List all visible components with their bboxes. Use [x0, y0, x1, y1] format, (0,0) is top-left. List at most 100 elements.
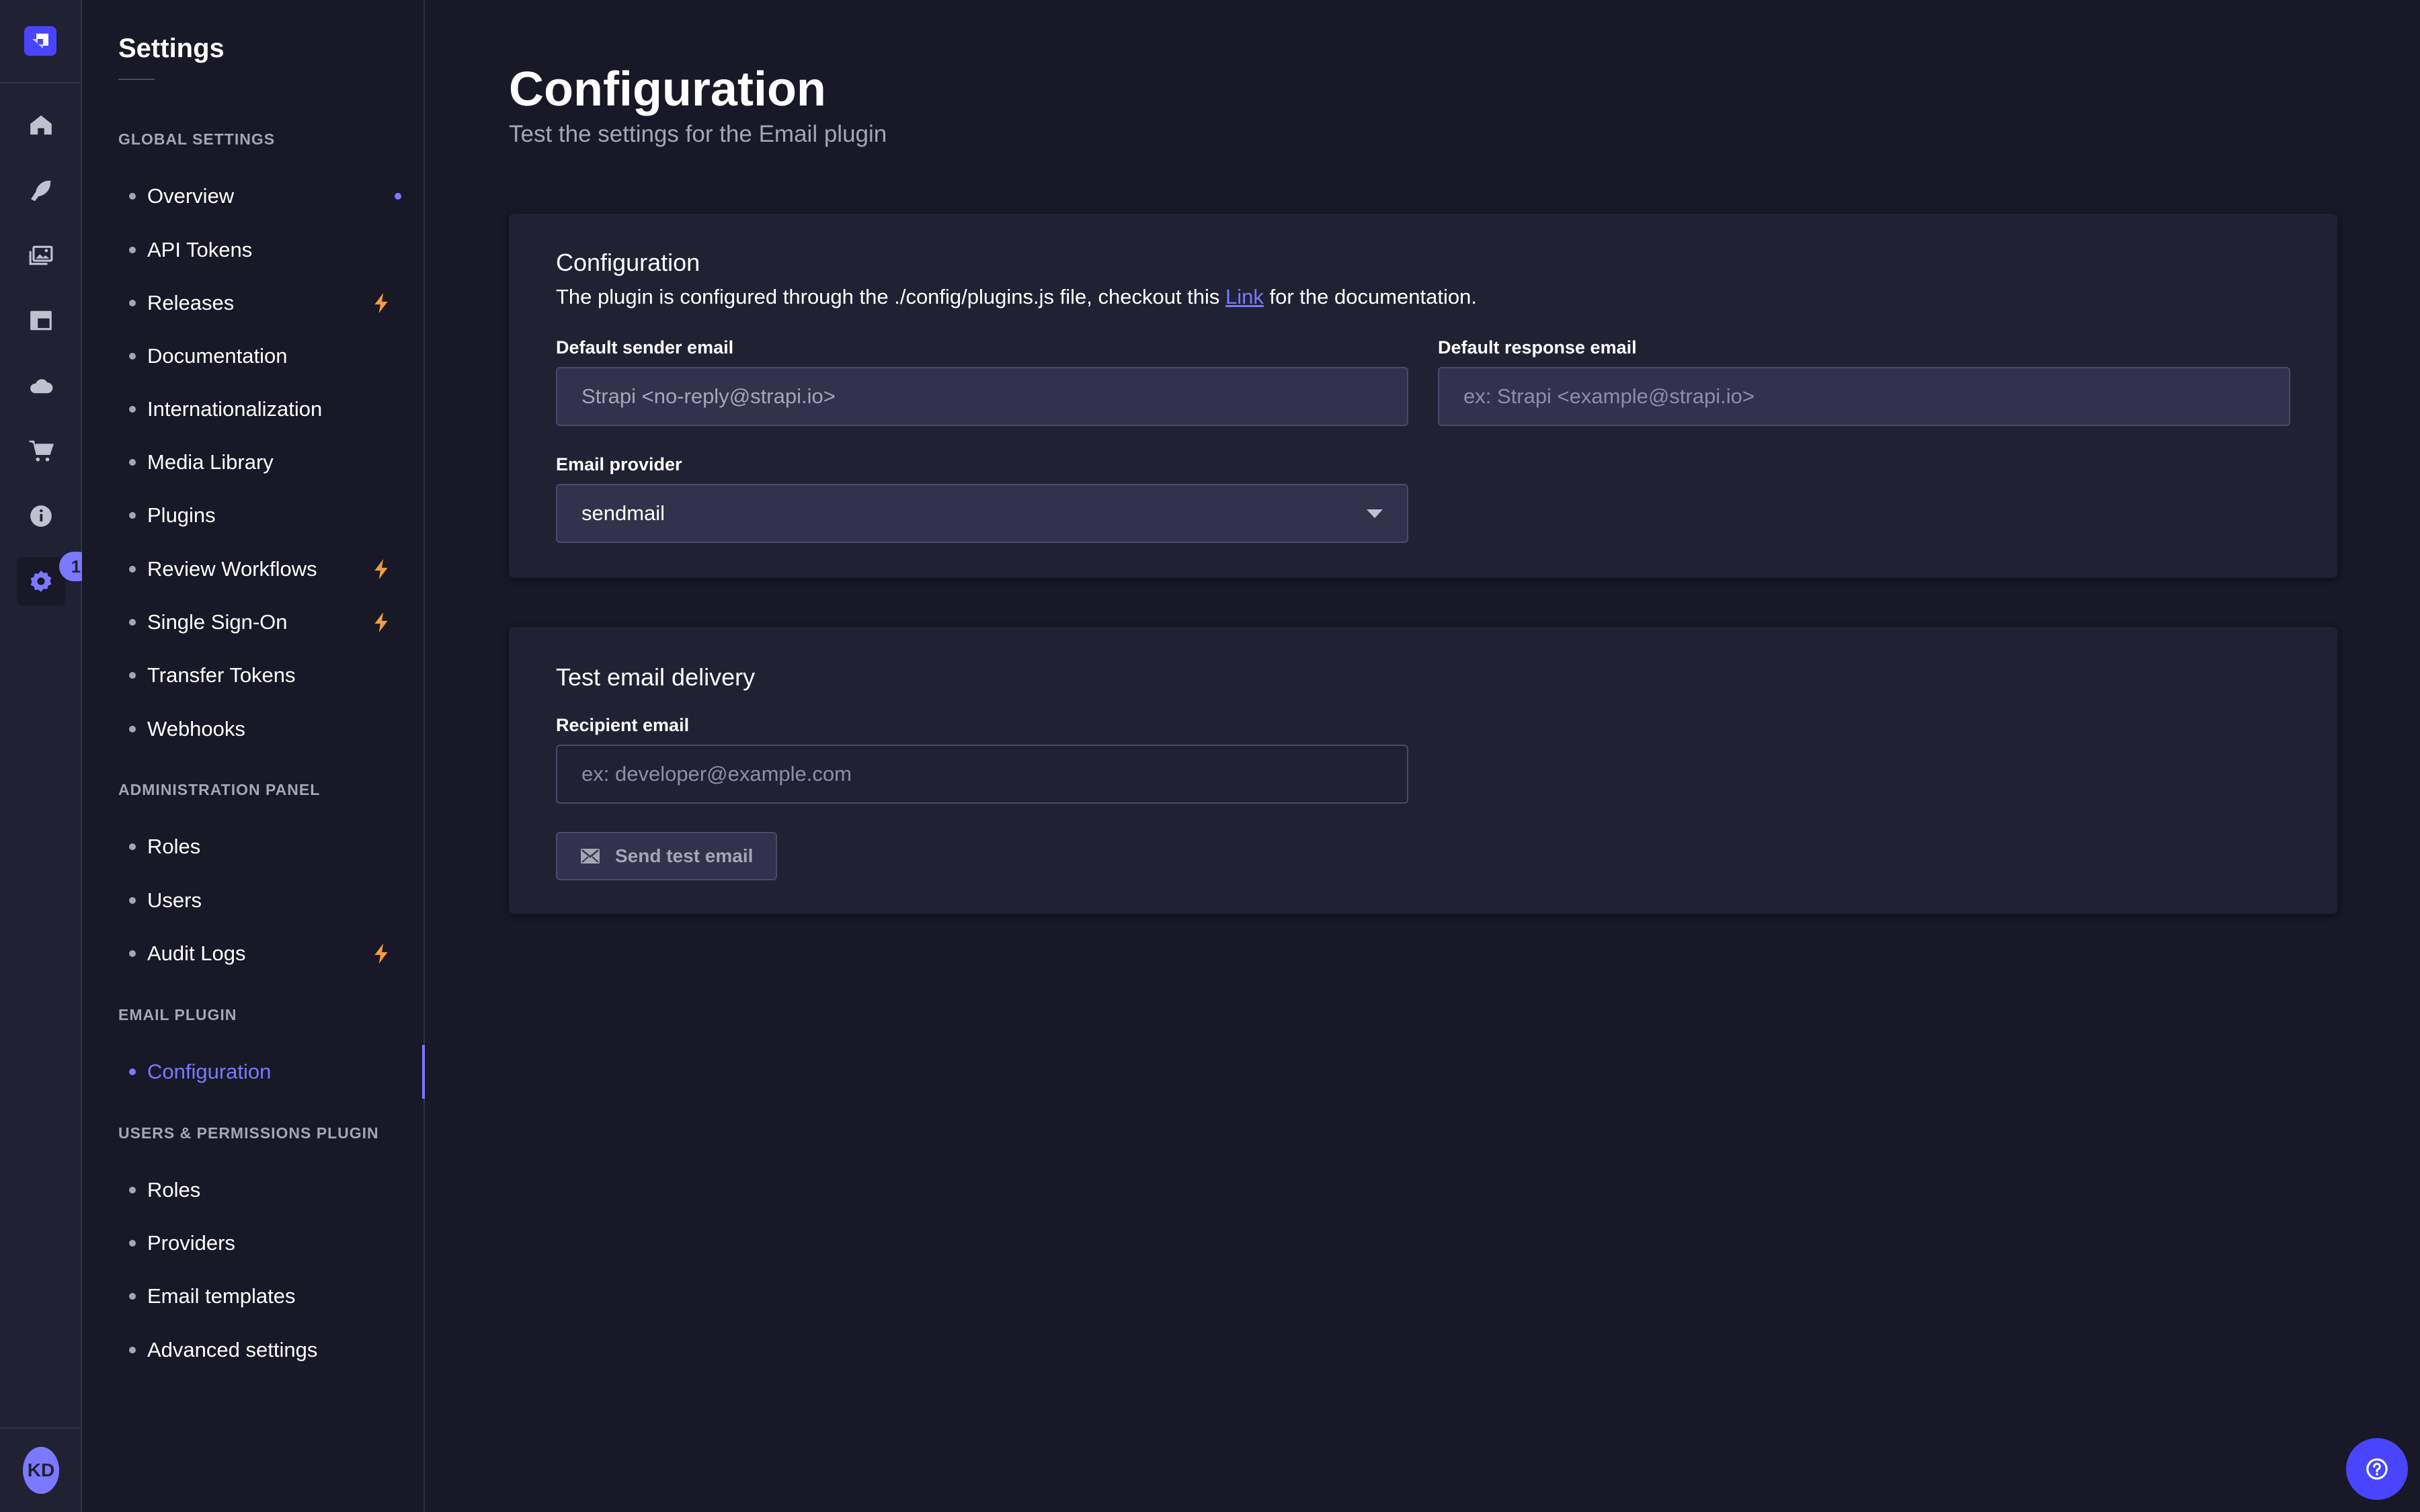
- sender-email-value: Strapi <no-reply@strapi.io>: [581, 384, 836, 408]
- email-provider-select[interactable]: sendmail: [556, 484, 1408, 543]
- bullet: [129, 897, 136, 904]
- nav-information[interactable]: [17, 492, 65, 540]
- avatar[interactable]: KD: [23, 1447, 59, 1494]
- subnav-item-label: API Tokens: [147, 238, 253, 261]
- subnav-item-label: Review Workflows: [147, 557, 317, 581]
- nav-content-manager[interactable]: [17, 166, 65, 214]
- cart-icon: [29, 440, 54, 462]
- subnav-item-label: Single Sign-On: [147, 610, 288, 634]
- subnav-item-label: Transfer Tokens: [147, 663, 296, 687]
- configuration-card: Configuration The plugin is configured t…: [509, 214, 2337, 578]
- subnav-item-api-tokens[interactable]: API Tokens: [82, 228, 424, 271]
- feather-icon: [31, 180, 51, 202]
- subnav-item-label: Internationalization: [147, 397, 323, 421]
- nav-settings[interactable]: 1: [17, 552, 93, 605]
- response-email-field[interactable]: ex: Strapi <example@strapi.io>: [1438, 367, 2290, 426]
- subnav-item-review-workflows[interactable]: Review Workflows: [82, 548, 424, 591]
- help-button[interactable]: [2346, 1438, 2408, 1500]
- subnav-item-label: Roles: [147, 835, 201, 858]
- subnav-item-webhooks[interactable]: Webhooks: [82, 708, 424, 751]
- question-circle-icon: [2366, 1458, 2388, 1480]
- response-email-placeholder: ex: Strapi <example@strapi.io>: [1463, 384, 1755, 408]
- bullet: [129, 1347, 136, 1353]
- bullet: [129, 950, 136, 957]
- subnav-item-documentation[interactable]: Documentation: [82, 335, 424, 378]
- caret-down-icon: [1367, 509, 1383, 518]
- section-administration-panel: Administration Panel: [118, 781, 321, 798]
- bullet: [129, 512, 136, 519]
- home-icon: [30, 115, 52, 135]
- subnav-item-label: Webhooks: [147, 717, 245, 741]
- subnav-item-label: Plugins: [147, 503, 216, 527]
- send-test-email-label: Send test email: [615, 845, 754, 866]
- nav-content-type-builder[interactable]: [17, 296, 65, 345]
- subnav-item-configuration[interactable]: Configuration: [82, 1045, 425, 1099]
- subnav-item-media-library[interactable]: Media Library: [82, 441, 424, 484]
- gear-icon: [30, 571, 52, 592]
- email-provider-value: sendmail: [581, 501, 666, 525]
- subnav-item-label: Roles: [147, 1178, 201, 1202]
- bullet: [129, 193, 136, 200]
- subnav-item-label: Configuration: [147, 1060, 272, 1083]
- subnav-item-email-templates[interactable]: Email templates: [82, 1275, 424, 1318]
- layout-icon: [30, 310, 52, 331]
- strapi-logo-icon: [32, 34, 48, 48]
- bullet: [129, 619, 136, 626]
- subnav-item-transfer-tokens[interactable]: Transfer Tokens: [82, 654, 424, 697]
- info-icon: [30, 505, 52, 527]
- page-title: Configuration: [509, 62, 826, 116]
- lightning-icon: [374, 293, 388, 313]
- subnav-item-internationalization[interactable]: Internationalization: [82, 388, 424, 431]
- bullet: [129, 843, 136, 850]
- section-email-plugin: Email Plugin: [118, 1006, 237, 1023]
- bullet: [129, 353, 136, 360]
- nav-media-library[interactable]: [17, 231, 65, 280]
- logo-area: [0, 0, 81, 83]
- subnav-item-advanced-settings[interactable]: Advanced settings: [82, 1329, 424, 1372]
- bullet: [129, 672, 136, 679]
- recipient-email-label: Recipient email: [556, 715, 690, 735]
- subnav-item-plugins[interactable]: Plugins: [82, 494, 424, 537]
- email-provider-label: Email provider: [556, 454, 682, 474]
- subnav-item-overview[interactable]: Overview: [82, 175, 424, 218]
- settings-subnav: Settings Global Settings Overview API To…: [82, 0, 425, 1512]
- subnav-item-label: Providers: [147, 1231, 235, 1255]
- recipient-email-placeholder: ex: developer@example.com: [581, 762, 852, 786]
- nav-deploy[interactable]: [17, 362, 65, 410]
- card-description: The plugin is configured through the ./c…: [556, 285, 1477, 309]
- subnav-item-users[interactable]: Users: [82, 879, 424, 922]
- lightning-icon: [374, 559, 388, 579]
- subnav-item-single-sign-on[interactable]: Single Sign-On: [82, 601, 424, 644]
- nav-marketplace[interactable]: [17, 427, 65, 475]
- page-subtitle: Test the settings for the Email plugin: [509, 121, 887, 147]
- recipient-email-field[interactable]: ex: developer@example.com: [556, 745, 1408, 804]
- test-email-card: Test email delivery Recipient email ex: …: [509, 627, 2337, 914]
- subnav-title: Settings: [118, 34, 225, 63]
- sender-email-label: Default sender email: [556, 337, 734, 358]
- sender-email-field[interactable]: Strapi <no-reply@strapi.io>: [556, 367, 1408, 426]
- bullet: [129, 459, 136, 466]
- subnav-item-up-roles[interactable]: Roles: [82, 1169, 424, 1212]
- subnav-item-providers[interactable]: Providers: [82, 1222, 424, 1265]
- lightning-icon: [374, 612, 388, 632]
- subnav-item-label: Advanced settings: [147, 1338, 318, 1361]
- strapi-logo[interactable]: [24, 26, 56, 56]
- nav-home[interactable]: [17, 101, 65, 149]
- bullet: [129, 247, 136, 253]
- section-global-settings: Global Settings: [118, 130, 276, 148]
- description-text: The plugin is configured through the ./c…: [556, 285, 1226, 308]
- send-test-email-button[interactable]: Send test email: [556, 832, 778, 880]
- subnav-item-releases[interactable]: Releases: [82, 282, 424, 325]
- response-email-label: Default response email: [1438, 337, 1637, 358]
- subnav-item-label: Releases: [147, 291, 235, 314]
- subnav-item-label: Users: [147, 888, 202, 912]
- documentation-link[interactable]: Link: [1225, 285, 1264, 308]
- subnav-item-audit-logs[interactable]: Audit Logs: [82, 932, 424, 975]
- bullet: [129, 1293, 136, 1300]
- section-users-permissions-plugin: Users & Permissions Plugin: [118, 1124, 379, 1142]
- bullet: [129, 1240, 136, 1247]
- card-title: Test email delivery: [556, 663, 756, 691]
- subnav-item-admin-roles[interactable]: Roles: [82, 825, 424, 868]
- cloud-icon: [30, 379, 53, 394]
- subnav-item-label: Email templates: [147, 1284, 296, 1308]
